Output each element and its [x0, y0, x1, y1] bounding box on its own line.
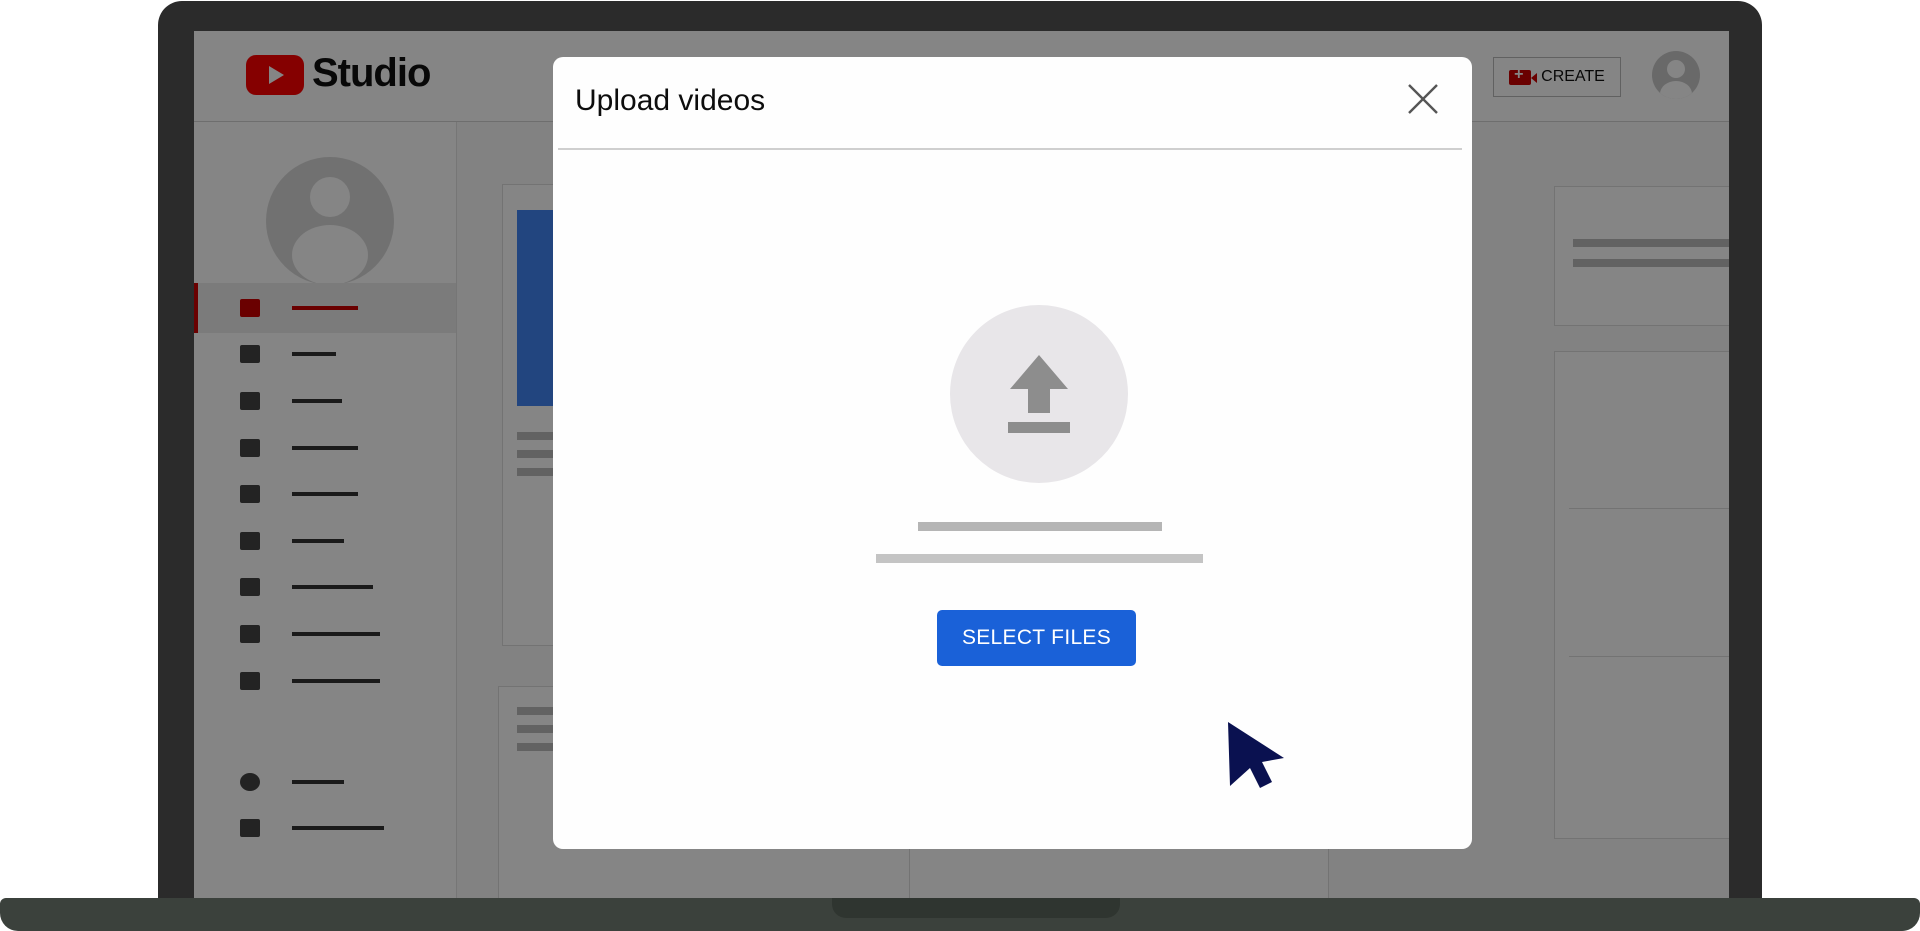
text-placeholder — [918, 522, 1162, 531]
dialog-divider — [558, 148, 1462, 150]
upload-arrow-icon — [1008, 355, 1070, 433]
upload-dropzone[interactable] — [950, 305, 1128, 483]
text-placeholder — [876, 554, 1203, 563]
close-icon[interactable] — [1403, 79, 1443, 119]
select-files-button[interactable]: SELECT FILES — [937, 610, 1136, 666]
mouse-pointer-icon — [1226, 720, 1288, 796]
upload-videos-dialog: Upload videos SELECT FILES — [553, 57, 1472, 849]
dialog-title: Upload videos — [575, 84, 766, 117]
laptop-notch — [832, 898, 1120, 918]
